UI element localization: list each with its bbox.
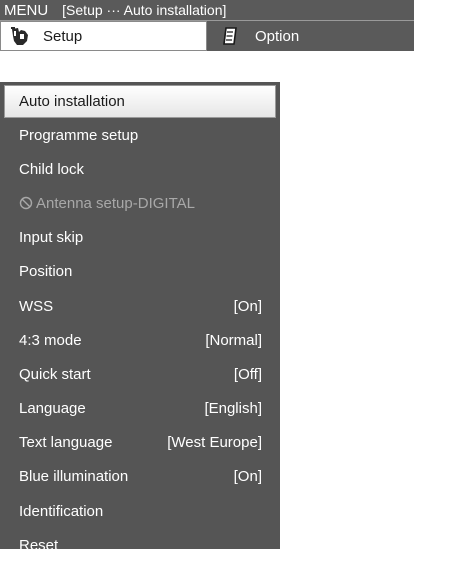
menu-item-label: Child lock	[19, 160, 85, 178]
notepad-icon	[219, 25, 241, 47]
menu-item-label: WSS	[19, 297, 54, 315]
menu-item-label: Input skip	[19, 229, 84, 247]
menu-item-label: Auto installation	[19, 93, 125, 110]
tab-setup-label: Setup	[43, 27, 83, 45]
menu-item-label: Position	[19, 263, 73, 281]
prohibited-icon	[19, 196, 33, 210]
setup-menu-panel: Auto installation Programme setup Child …	[0, 82, 280, 554]
menu-item-language[interactable]: Language [English]	[4, 392, 276, 426]
menu-item-value: [Normal]	[205, 331, 262, 349]
menu-item-label: 4:3 mode	[19, 331, 82, 349]
menu-item-reset[interactable]: Reset	[4, 528, 276, 562]
menu-item-value: [English]	[204, 400, 262, 418]
menu-title-bar: MENU [Setup ··· Auto installation]	[0, 0, 414, 20]
menu-item-label: Blue illumination	[19, 468, 129, 486]
menu-item-position[interactable]: Position	[4, 255, 276, 289]
menu-item-programme-setup[interactable]: Programme setup	[4, 118, 276, 152]
menu-item-value: [Off]	[233, 365, 262, 383]
menu-item-child-lock[interactable]: Child lock	[4, 152, 276, 186]
wrench-hand-icon	[9, 25, 31, 47]
menu-label: MENU	[4, 1, 49, 19]
menu-item-label: Text language	[19, 434, 113, 452]
menu-item-label: Quick start	[19, 365, 91, 383]
menu-item-label: Reset	[19, 536, 59, 554]
menu-item-value: [West Europe]	[167, 434, 262, 452]
tab-option[interactable]: Option	[207, 21, 414, 51]
menu-item-antenna-setup-digital: Antenna setup-DIGITAL	[4, 186, 276, 220]
menu-item-value: [On]	[233, 297, 262, 315]
menu-item-label: Antenna setup-DIGITAL	[36, 194, 195, 212]
menu-item-identification[interactable]: Identification	[4, 494, 276, 528]
menu-item-4-3-mode[interactable]: 4:3 mode [Normal]	[4, 323, 276, 357]
menu-item-label: Programme setup	[19, 126, 139, 144]
menu-item-input-skip[interactable]: Input skip	[4, 221, 276, 255]
menu-item-quick-start[interactable]: Quick start [Off]	[4, 357, 276, 391]
menu-item-auto-installation[interactable]: Auto installation	[4, 85, 276, 118]
menu-item-value: [On]	[233, 468, 262, 486]
tab-setup[interactable]: Setup	[0, 21, 207, 51]
tab-option-label: Option	[255, 27, 300, 45]
menu-item-blue-illumination[interactable]: Blue illumination [On]	[4, 460, 276, 494]
menu-item-label: Identification	[19, 502, 104, 520]
breadcrumb: [Setup ··· Auto installation]	[62, 2, 227, 18]
menu-item-label: Language	[19, 400, 86, 418]
tab-bar: Setup Option	[0, 20, 414, 51]
menu-item-text-language[interactable]: Text language [West Europe]	[4, 426, 276, 460]
menu-item-wss[interactable]: WSS [On]	[4, 289, 276, 323]
